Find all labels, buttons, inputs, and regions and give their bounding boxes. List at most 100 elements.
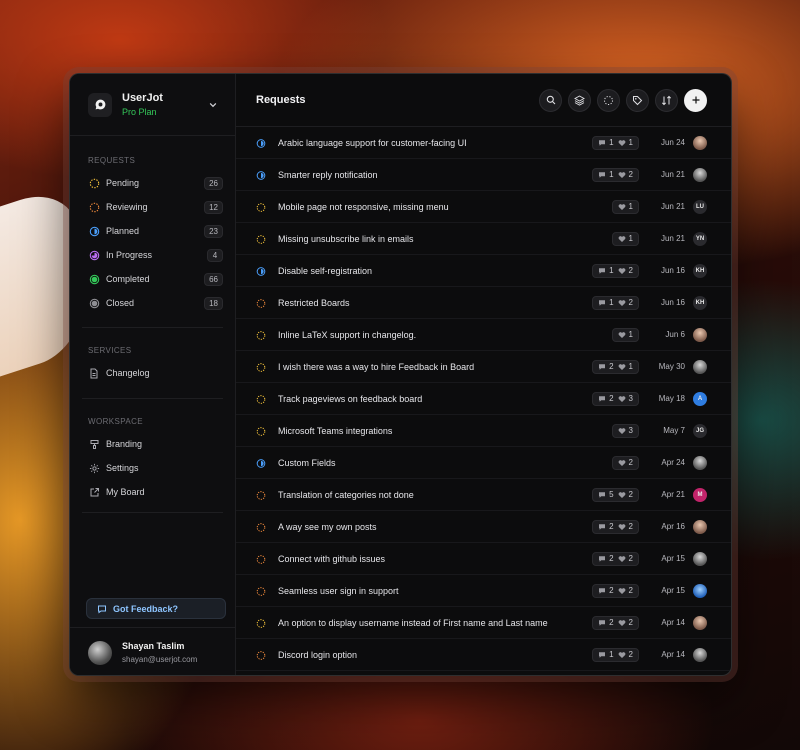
workspace-switcher[interactable]: UserJot Pro Plan <box>70 74 235 136</box>
sidebar-item-branding[interactable]: Branding <box>70 432 235 456</box>
comment-count: 5 <box>609 490 614 499</box>
heart-icon <box>618 555 626 563</box>
table-row[interactable]: Translation of categories not done 5 2 Apr … <box>236 479 731 511</box>
got-feedback-button[interactable]: Got Feedback? <box>86 598 226 619</box>
request-title: Discord login option <box>278 649 358 660</box>
comment-count: 1 <box>609 266 614 275</box>
request-date: Jun 24 <box>660 138 685 147</box>
status-reviewing-icon <box>256 650 266 660</box>
comments-icon <box>598 491 606 499</box>
sidebar-item-in-progress[interactable]: In Progress 4 <box>70 243 235 267</box>
sidebar-item-pending[interactable]: Pending 26 <box>70 171 235 195</box>
engagement-pill: 2 <box>611 455 639 470</box>
tag-filter-button[interactable] <box>626 88 649 112</box>
request-title: Custom Fields <box>278 457 336 468</box>
request-title: Connect with github issues <box>278 553 386 564</box>
status-filter-button[interactable] <box>597 88 620 112</box>
vote-count: 2 <box>628 586 633 595</box>
engagement-pill: 22 <box>592 519 639 534</box>
user-email: shayan@userjot.com <box>122 655 198 664</box>
status-pending-icon <box>256 234 266 244</box>
engagement-pill: 23 <box>592 391 639 406</box>
sidebar-item-closed[interactable]: Closed 18 <box>70 291 235 315</box>
app-window: UserJot Pro Plan REQUESTS Pending 26 Revie… <box>69 73 732 676</box>
filled-circle-icon <box>88 273 100 285</box>
table-row[interactable]: Microsoft Teams integrations 3 May 7 JG <box>236 415 731 447</box>
table-row[interactable]: Connect with github issues 2 2 Apr 15 <box>236 543 731 575</box>
sidebar-item-planned[interactable]: Planned 23 <box>70 219 235 243</box>
table-row[interactable]: Discord login option 1 2 Apr 14 <box>236 639 731 671</box>
comments-icon <box>598 395 606 403</box>
avatar <box>693 615 707 630</box>
count-badge: 23 <box>204 224 223 238</box>
section-title-requests: REQUESTS <box>88 156 136 165</box>
vote-count: 2 <box>628 650 633 659</box>
sidebar-item-reviewing[interactable]: Reviewing 12 <box>70 195 235 219</box>
comment-count: 2 <box>609 394 614 403</box>
status-planned-icon <box>256 138 266 148</box>
request-title: Mobile page not responsive, missing menu <box>278 201 449 212</box>
vote-count: 3 <box>628 394 633 403</box>
comments-icon <box>598 363 606 371</box>
request-date: Apr 15 <box>661 554 685 563</box>
heart-icon <box>618 395 626 403</box>
plus-icon <box>692 96 699 104</box>
engagement-pill: 12 <box>592 263 639 278</box>
dotted-circle-icon <box>88 177 100 189</box>
status-reviewing-icon <box>256 586 266 596</box>
search-button[interactable] <box>539 88 562 112</box>
table-row[interactable]: Custom Fields 2 Apr 24 <box>236 447 731 479</box>
comment-count: 1 <box>609 138 614 147</box>
table-row[interactable]: A way see my own posts 2 2 Apr 16 <box>236 511 731 543</box>
table-row[interactable]: Disable self-registration 1 2 Jun 16 KH <box>236 255 731 287</box>
add-request-button[interactable] <box>684 88 707 112</box>
request-title: Seamless user sign in support <box>278 585 399 596</box>
table-row[interactable]: Mobile page not responsive, missing menu… <box>236 191 731 223</box>
avatar-initials: JG <box>693 423 707 438</box>
avatar <box>693 551 707 566</box>
vote-count: 2 <box>628 490 633 499</box>
table-row[interactable]: Arabic language support for customer-fac… <box>236 127 731 159</box>
count-badge: 12 <box>204 200 223 214</box>
request-title: Disable self-registration <box>278 265 373 276</box>
tag-icon <box>633 95 643 105</box>
engagement-pill: 1 <box>611 199 639 214</box>
table-row[interactable]: Restricted Boards 1 2 Jun 16 KH <box>236 287 731 319</box>
table-row[interactable]: Inline LaTeX support in changelog. 1 Jun 6 <box>236 319 731 351</box>
sort-button[interactable] <box>655 88 678 112</box>
header: Requests <box>236 74 731 127</box>
table-row[interactable]: I wish there was a way to hire Feedback … <box>236 351 731 383</box>
filled-circle-icon <box>88 297 100 309</box>
table-row[interactable]: Track pageviews on feedback board 2 3 May 1… <box>236 383 731 415</box>
comment-count: 2 <box>609 522 614 531</box>
heart-icon <box>618 203 626 211</box>
vote-count: 1 <box>628 234 633 243</box>
request-date: Apr 16 <box>661 522 685 531</box>
table-row[interactable]: Missing unsubscribe link in emails 1 Jun 2… <box>236 223 731 255</box>
request-list: Arabic language support for customer-fac… <box>236 127 731 671</box>
vote-count: 2 <box>628 458 633 467</box>
status-planned-icon <box>256 458 266 468</box>
vote-count: 2 <box>628 554 633 563</box>
table-row[interactable]: Smarter reply notification 1 2 Jun 21 <box>236 159 731 191</box>
status-pending-icon <box>256 618 266 628</box>
layers-button[interactable] <box>568 88 591 112</box>
request-date: May 7 <box>663 426 685 435</box>
status-pending-icon <box>256 426 266 436</box>
sidebar-item-my-board[interactable]: My Board <box>70 480 235 504</box>
user-profile[interactable]: Shayan Taslim shayan@userjot.com <box>70 627 236 675</box>
requests-nav: Pending 26 Reviewing 12 Planned 23 In Progress… <box>70 171 235 315</box>
sidebar-item-completed[interactable]: Completed 66 <box>70 267 235 291</box>
sidebar: UserJot Pro Plan REQUESTS Pending 26 Revie… <box>70 74 236 675</box>
sidebar-item-label: Settings <box>106 463 139 473</box>
status-pending-icon <box>256 202 266 212</box>
request-title: Inline LaTeX support in changelog. <box>278 329 417 340</box>
request-date: Apr 24 <box>661 458 685 467</box>
sidebar-item-changelog[interactable]: Changelog <box>70 361 235 385</box>
feedback-icon <box>97 604 107 614</box>
table-row[interactable]: Seamless user sign in support 2 2 Apr 15 <box>236 575 731 607</box>
table-row[interactable]: An option to display username instead of… <box>236 607 731 639</box>
sidebar-item-settings[interactable]: Settings <box>70 456 235 480</box>
comments-icon <box>598 555 606 563</box>
request-date: Jun 21 <box>660 170 685 179</box>
